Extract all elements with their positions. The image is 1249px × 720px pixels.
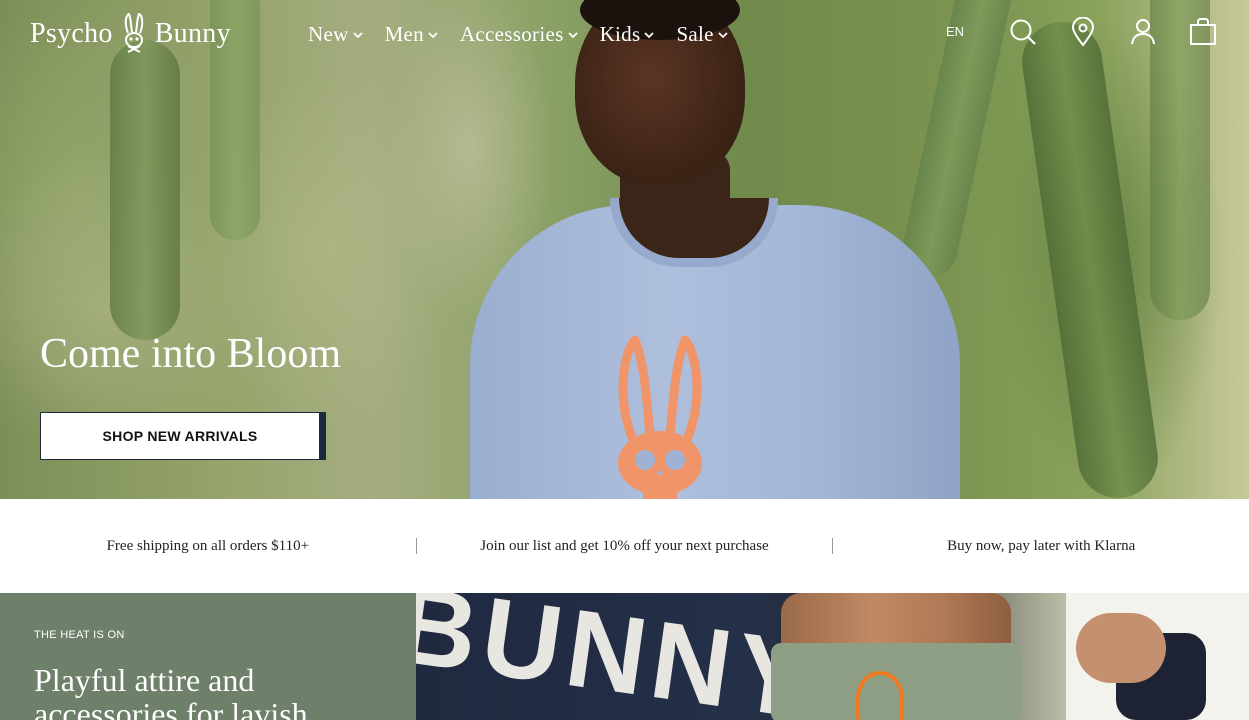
search-icon[interactable] <box>1008 17 1038 47</box>
location-pin-icon[interactable] <box>1068 17 1098 47</box>
promo-join-list[interactable]: Join our list and get 10% off your next … <box>417 538 833 555</box>
chevron-down-icon <box>567 31 578 38</box>
feature-text-panel: THE HEAT IS ON Playful attire and access… <box>0 593 416 720</box>
towel-lettering: BUNNY <box>416 593 824 720</box>
shop-new-arrivals-button[interactable]: SHOP NEW ARRIVALS <box>40 412 320 460</box>
hero-banner[interactable]: Come into Bloom SHOP NEW ARRIVALS <box>0 0 1249 499</box>
nav-item-men[interactable]: Men <box>385 22 438 47</box>
promo-klarna[interactable]: Buy now, pay later with Klarna <box>833 538 1249 555</box>
feature-eyebrow: THE HEAT IS ON <box>34 629 125 641</box>
brand-name-left: Psycho <box>30 18 113 49</box>
chevron-down-icon <box>644 31 655 38</box>
nav-item-sale[interactable]: Sale <box>676 22 728 47</box>
brand-logo[interactable]: Psycho Bunny <box>30 13 231 54</box>
site-header: Psycho Bunny New Men Accessories Kids Sa… <box>0 0 1249 70</box>
chevron-down-icon <box>352 31 363 38</box>
promo-strip: Free shipping on all orders $110+ Join o… <box>0 499 1249 593</box>
hero-title: Come into Bloom <box>40 331 342 377</box>
nav-item-label: Accessories <box>459 22 564 46</box>
promo-free-shipping[interactable]: Free shipping on all orders $110+ <box>0 538 416 555</box>
chevron-down-icon <box>428 31 438 38</box>
drawstring <box>856 671 904 720</box>
nav-item-label: Sale <box>676 22 714 46</box>
account-icon[interactable] <box>1128 17 1158 47</box>
bunny-logo-icon <box>124 13 143 53</box>
hero-model-image <box>470 0 960 499</box>
bunny-skull-logo-icon <box>618 335 702 499</box>
nav-item-label: Kids <box>599 22 641 46</box>
nav-item-label: Men <box>384 22 424 46</box>
model-hand <box>1076 613 1166 683</box>
cactus-shape <box>110 40 180 340</box>
chevron-down-icon <box>718 31 728 38</box>
language-selector[interactable]: EN <box>946 24 964 39</box>
feature-image[interactable]: BUNNY <box>416 593 1249 720</box>
brand-name-right: Bunny <box>154 18 231 49</box>
feature-title: Playful attire and accessories for lavis… <box>34 662 308 720</box>
cactus-shape <box>1016 16 1164 499</box>
nav-item-kids[interactable]: Kids <box>600 22 655 47</box>
nav-item-new[interactable]: New <box>308 22 363 47</box>
nav-item-label: New <box>308 22 349 46</box>
nav-item-accessories[interactable]: Accessories <box>460 22 578 47</box>
main-nav: New Men Accessories Kids Sale <box>308 22 750 47</box>
shopping-bag-icon[interactable] <box>1188 17 1218 47</box>
